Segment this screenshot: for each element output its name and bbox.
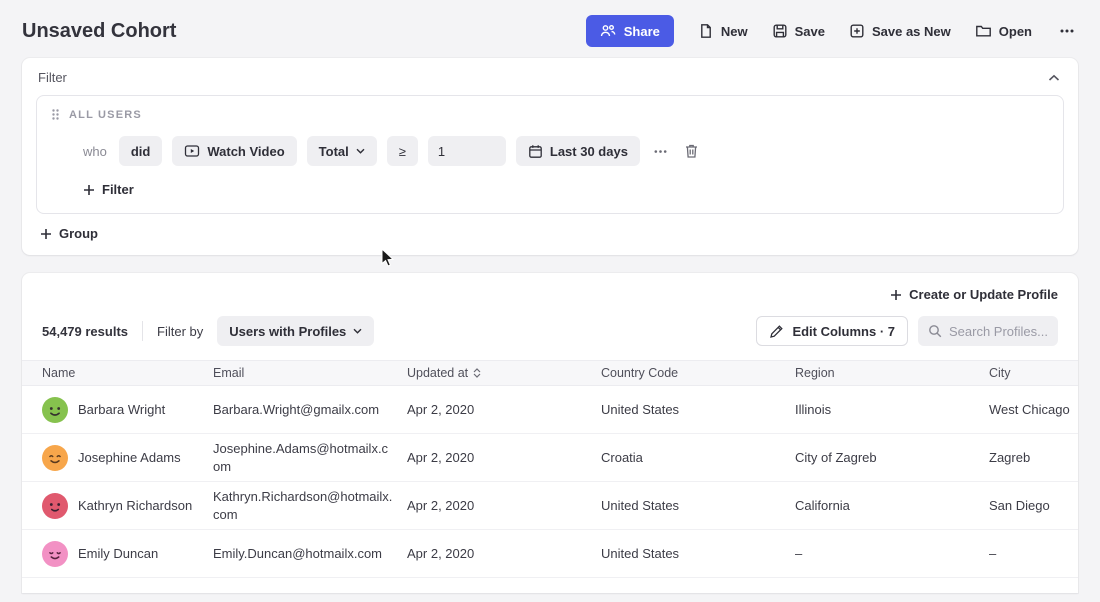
aggregation-selector[interactable]: Total	[307, 136, 377, 166]
profile-country: United States	[601, 402, 795, 417]
divider	[142, 321, 143, 341]
column-header-city[interactable]: City	[989, 366, 1078, 380]
profile-name: Josephine Adams	[78, 450, 181, 465]
calendar-icon	[528, 144, 543, 159]
toolbar: Share New Save	[586, 15, 1078, 47]
chevron-down-icon	[356, 148, 365, 154]
profile-region: Illinois	[795, 402, 989, 417]
page-title: Unsaved Cohort	[22, 20, 176, 43]
profile-country: United States	[601, 498, 795, 513]
profile-email: Emily.Duncan@hotmailx.com	[213, 545, 407, 563]
column-header-region[interactable]: Region	[795, 366, 989, 380]
search-profiles-input[interactable]	[949, 324, 1048, 339]
profile-updated-at: Apr 2, 2020	[407, 546, 601, 561]
who-label: who	[83, 144, 107, 159]
sort-icon[interactable]	[473, 368, 481, 378]
filter-condition-row: who did Watch Video Total	[83, 136, 1051, 166]
save-icon	[772, 23, 788, 39]
column-header-email[interactable]: Email	[213, 366, 407, 380]
top-header: Unsaved Cohort Share New	[0, 0, 1100, 58]
table-row[interactable]: Barbara Wright Barbara.Wright@gmailx.com…	[22, 386, 1078, 434]
search-profiles-box	[918, 316, 1058, 346]
avatar	[42, 445, 68, 471]
date-range-selector[interactable]: Last 30 days	[516, 136, 640, 166]
profile-email: Kathryn.Richardson@hotmailx.com	[213, 488, 407, 523]
profiles-filter-dropdown[interactable]: Users with Profiles	[217, 316, 374, 346]
results-count: 54,479 results	[42, 324, 128, 339]
collapse-filter-button[interactable]	[1046, 72, 1062, 84]
chevron-down-icon	[353, 328, 362, 334]
group-label: ALL USERS	[69, 109, 142, 121]
profile-updated-at: Apr 2, 2020	[407, 450, 601, 465]
profile-name: Kathryn Richardson	[78, 498, 192, 513]
profile-city: West Chicago	[989, 402, 1078, 417]
profiles-table: Name Email Updated at Country Code Regio…	[22, 360, 1078, 578]
table-row[interactable]: Emily Duncan Emily.Duncan@hotmailx.com A…	[22, 530, 1078, 578]
profile-name: Emily Duncan	[78, 546, 158, 561]
drag-handle-icon[interactable]	[51, 108, 60, 121]
table-row[interactable]: Josephine Adams Josephine.Adams@hotmailx…	[22, 434, 1078, 482]
column-header-name[interactable]: Name	[22, 366, 213, 380]
plus-icon	[83, 184, 95, 196]
more-actions-button[interactable]	[1056, 20, 1078, 42]
table-header-row: Name Email Updated at Country Code Regio…	[22, 360, 1078, 386]
add-group-button[interactable]: Group	[40, 226, 98, 241]
plus-icon	[40, 228, 52, 240]
cohort-group: ALL USERS who did Watch Video Total	[36, 95, 1064, 214]
event-selector[interactable]: Watch Video	[172, 136, 296, 166]
column-header-updated-at[interactable]: Updated at	[407, 366, 601, 380]
profile-email: Barbara.Wright@gmailx.com	[213, 401, 407, 419]
add-filter-button[interactable]: Filter	[83, 182, 134, 197]
edit-columns-button[interactable]: Edit Columns · 7	[756, 316, 908, 346]
profile-updated-at: Apr 2, 2020	[407, 402, 601, 417]
operator-selector[interactable]: ≥	[387, 136, 418, 166]
avatar	[42, 397, 68, 423]
profile-region: City of Zagreb	[795, 450, 989, 465]
new-file-icon	[698, 23, 714, 39]
filter-panel-title: Filter	[38, 70, 67, 85]
results-controls: 54,479 results Filter by Users with Prof…	[22, 306, 1078, 360]
results-panel: Create or Update Profile 54,479 results …	[22, 273, 1078, 593]
profile-region: –	[795, 546, 989, 561]
profile-city: Zagreb	[989, 450, 1078, 465]
open-button[interactable]: Open	[975, 23, 1032, 39]
table-row[interactable]: Kathryn Richardson Kathryn.Richardson@ho…	[22, 482, 1078, 530]
new-button[interactable]: New	[698, 23, 748, 39]
delete-condition-button[interactable]	[681, 140, 702, 162]
search-icon	[928, 324, 942, 338]
create-or-update-profile-button[interactable]: Create or Update Profile	[890, 287, 1058, 302]
condition-more-button[interactable]	[650, 141, 671, 162]
save-as-new-icon	[849, 23, 865, 39]
profile-city: –	[989, 546, 1078, 561]
profile-city: San Diego	[989, 498, 1078, 513]
save-button[interactable]: Save	[772, 23, 825, 39]
share-users-icon	[600, 23, 616, 39]
folder-icon	[975, 23, 992, 39]
save-as-new-button[interactable]: Save as New	[849, 23, 951, 39]
did-selector[interactable]: did	[119, 136, 163, 166]
profile-region: California	[795, 498, 989, 513]
profile-updated-at: Apr 2, 2020	[407, 498, 601, 513]
filter-by-label: Filter by	[157, 324, 203, 339]
profile-country: United States	[601, 546, 795, 561]
plus-icon	[890, 289, 902, 301]
profile-name: Barbara Wright	[78, 402, 165, 417]
share-button[interactable]: Share	[586, 15, 674, 47]
avatar	[42, 493, 68, 519]
profile-country: Croatia	[601, 450, 795, 465]
profile-email: Josephine.Adams@hotmailx.com	[213, 440, 407, 475]
threshold-input[interactable]	[428, 136, 506, 166]
pencil-icon	[769, 324, 784, 339]
avatar	[42, 541, 68, 567]
filter-panel: Filter ALL USERS who did	[22, 58, 1078, 255]
column-header-country-code[interactable]: Country Code	[601, 366, 795, 380]
video-icon	[184, 144, 200, 158]
